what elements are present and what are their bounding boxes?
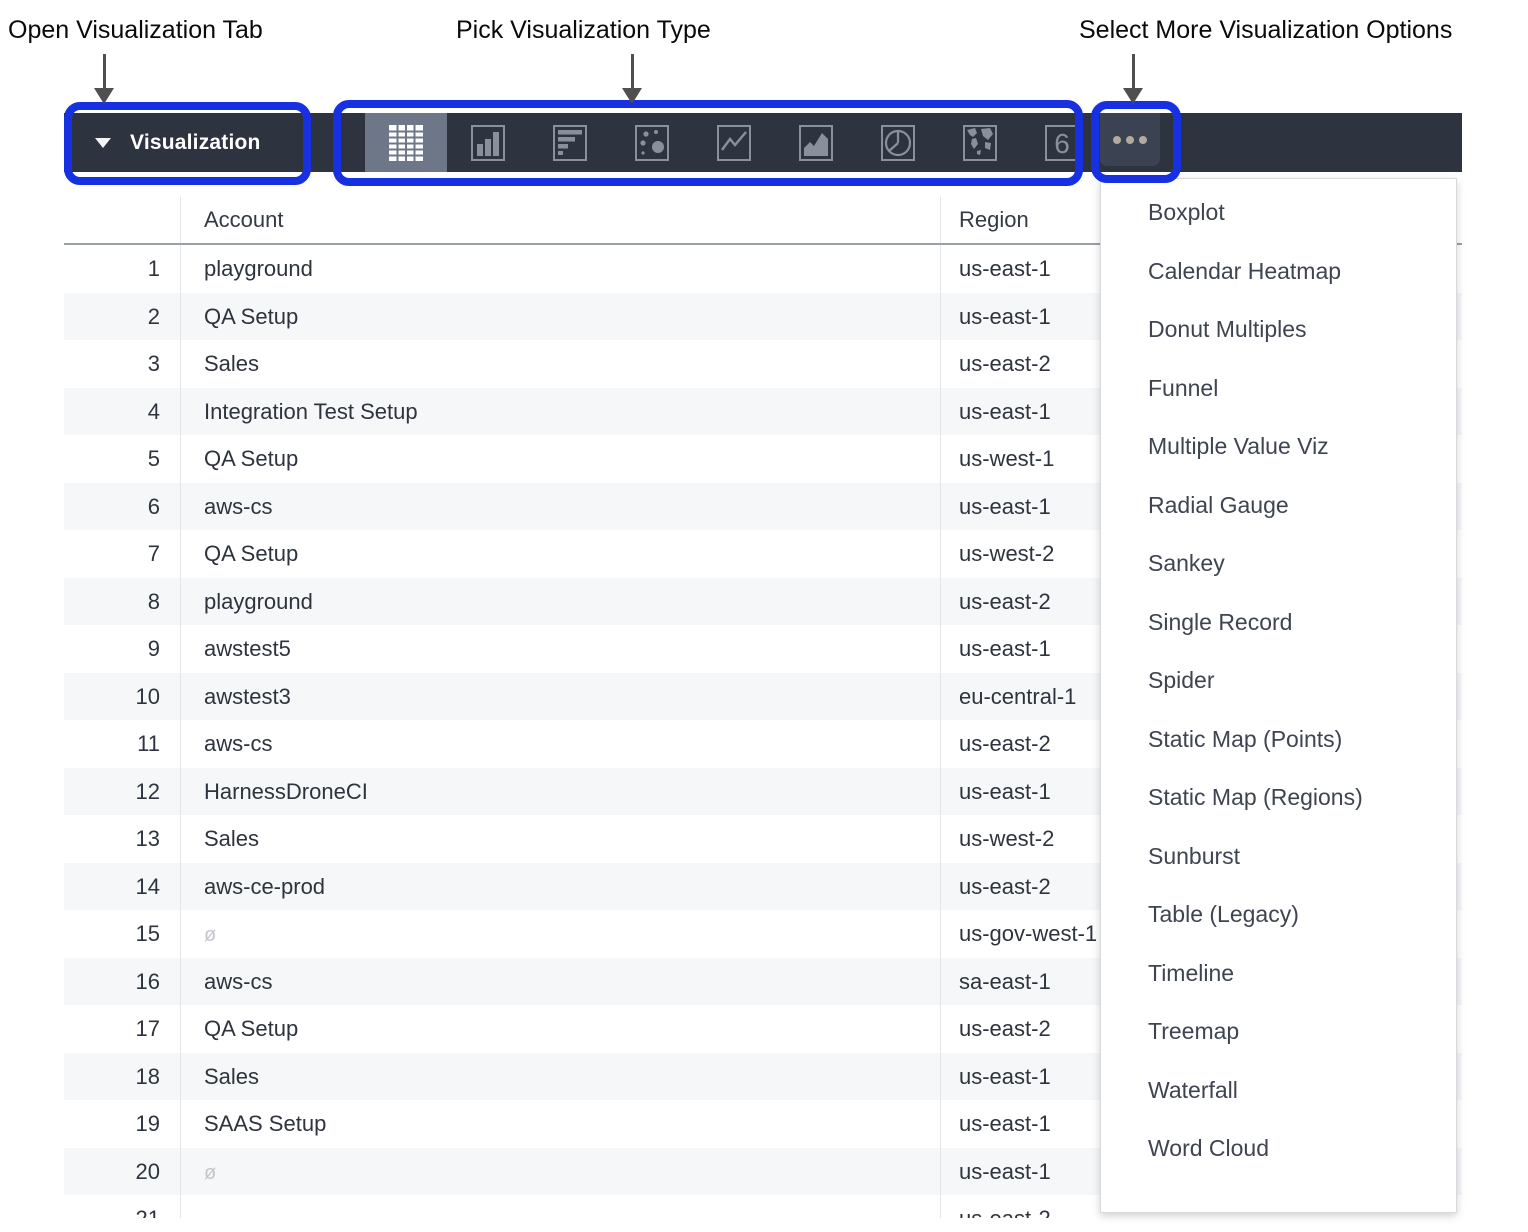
menu-item-static-map-regions[interactable]: Static Map (Regions) [1101,768,1456,827]
viz-type-bar-chart-button[interactable] [447,113,529,172]
menu-item-funnel[interactable]: Funnel [1101,359,1456,418]
more-visualization-options-button[interactable] [1100,113,1160,166]
viz-type-horizontal-bar-chart-button[interactable] [529,113,611,172]
account-cell: Sales [180,815,940,863]
viz-type-area-chart-button[interactable] [775,113,857,172]
menu-item-single-record[interactable]: Single Record [1101,593,1456,652]
menu-item-boxplot[interactable]: Boxplot [1101,183,1456,242]
row-number-cell: 12 [64,768,180,816]
annotation-open-visualization-tab: Open Visualization Tab [8,16,263,45]
row-number-cell: 18 [64,1053,180,1101]
row-number-cell: 4 [64,388,180,436]
null-value-symbol: ø [204,1162,216,1184]
ellipsis-icon [1126,136,1134,144]
chevron-down-icon [95,138,111,148]
row-number-cell: 3 [64,340,180,388]
account-cell: awstest5 [180,625,940,673]
viz-type-map-button[interactable] [939,113,1021,172]
scatter-plot-icon [629,120,675,166]
visualization-type-strip: 6 [365,113,1103,172]
row-number-cell: 17 [64,1005,180,1053]
account-cell: HarnessDroneCI [180,768,940,816]
menu-item-table-legacy[interactable]: Table (Legacy) [1101,885,1456,944]
account-cell: SAAS Setup [180,1100,940,1148]
row-number-cell: 20 [64,1148,180,1196]
menu-item-list: BoxplotCalendar HeatmapDonut MultiplesFu… [1101,183,1456,1178]
menu-item-multiple-value-viz[interactable]: Multiple Value Viz [1101,417,1456,476]
row-number-cell: 6 [64,483,180,531]
null-value-symbol: ø [204,924,216,946]
menu-item-sankey[interactable]: Sankey [1101,534,1456,593]
account-cell: playground [180,578,940,626]
row-number-cell: 14 [64,863,180,911]
account-cell [180,1195,940,1218]
menu-item-timeline[interactable]: Timeline [1101,944,1456,1003]
menu-item-waterfall[interactable]: Waterfall [1101,1061,1456,1120]
row-number-cell: 2 [64,293,180,341]
row-number-cell: 8 [64,578,180,626]
line-chart-icon [711,120,757,166]
arrow-down-icon [1123,54,1143,104]
viz-type-pie-chart-button[interactable] [857,113,939,172]
row-number-column-header [64,197,180,243]
row-number-cell: 1 [64,245,180,293]
viz-type-big-number-button[interactable]: 6 [1021,113,1103,172]
big-number-icon: 6 [1039,120,1085,166]
viz-type-table-button[interactable] [365,113,447,172]
visualization-tab-button[interactable]: Visualization [64,113,311,172]
account-cell: QA Setup [180,435,940,483]
account-cell: playground [180,245,940,293]
more-visualization-options-menu: BoxplotCalendar HeatmapDonut MultiplesFu… [1100,178,1457,1213]
row-number-cell: 11 [64,720,180,768]
account-cell: aws-ce-prod [180,863,940,911]
annotation-pick-visualization-type: Pick Visualization Type [456,16,711,45]
ellipsis-icon [1113,136,1121,144]
row-number-cell: 5 [64,435,180,483]
row-number-cell: 13 [64,815,180,863]
menu-item-spider[interactable]: Spider [1101,651,1456,710]
ellipsis-icon [1139,136,1147,144]
menu-item-word-cloud[interactable]: Word Cloud [1101,1119,1456,1178]
account-column-header: Account [180,197,940,243]
account-cell: Integration Test Setup [180,388,940,436]
account-cell: ø [180,1148,940,1196]
account-cell: ø [180,910,940,958]
menu-item-sunburst[interactable]: Sunburst [1101,827,1456,886]
account-cell: QA Setup [180,1005,940,1053]
pie-chart-icon [875,120,921,166]
map-icon [957,120,1003,166]
visualization-toolbar: Visualization 6 [64,113,1462,172]
arrow-down-icon [622,54,642,104]
row-number-cell: 15 [64,910,180,958]
account-cell: Sales [180,1053,940,1101]
account-cell: QA Setup [180,293,940,341]
visualization-tab-label: Visualization [130,113,261,172]
row-number-cell: 10 [64,673,180,721]
row-number-cell: 16 [64,958,180,1006]
row-number-cell: 7 [64,530,180,578]
row-number-cell: 21 [64,1195,180,1218]
viz-type-line-chart-button[interactable] [693,113,775,172]
account-cell: awstest3 [180,673,940,721]
account-cell: QA Setup [180,530,940,578]
arrow-down-icon [94,54,114,104]
table-icon [383,120,429,166]
menu-item-static-map-points[interactable]: Static Map (Points) [1101,710,1456,769]
account-cell: aws-cs [180,483,940,531]
horizontal-bar-chart-icon [547,120,593,166]
menu-item-calendar-heatmap[interactable]: Calendar Heatmap [1101,242,1456,301]
account-cell: Sales [180,340,940,388]
menu-item-donut-multiples[interactable]: Donut Multiples [1101,300,1456,359]
menu-item-treemap[interactable]: Treemap [1101,1002,1456,1061]
row-number-cell: 19 [64,1100,180,1148]
account-cell: aws-cs [180,720,940,768]
svg-text:6: 6 [1054,128,1070,159]
account-cell: aws-cs [180,958,940,1006]
annotation-select-more-options: Select More Visualization Options [1079,16,1452,45]
menu-item-radial-gauge[interactable]: Radial Gauge [1101,476,1456,535]
bar-chart-icon [465,120,511,166]
area-chart-icon [793,120,839,166]
row-number-cell: 9 [64,625,180,673]
viz-type-scatter-plot-button[interactable] [611,113,693,172]
